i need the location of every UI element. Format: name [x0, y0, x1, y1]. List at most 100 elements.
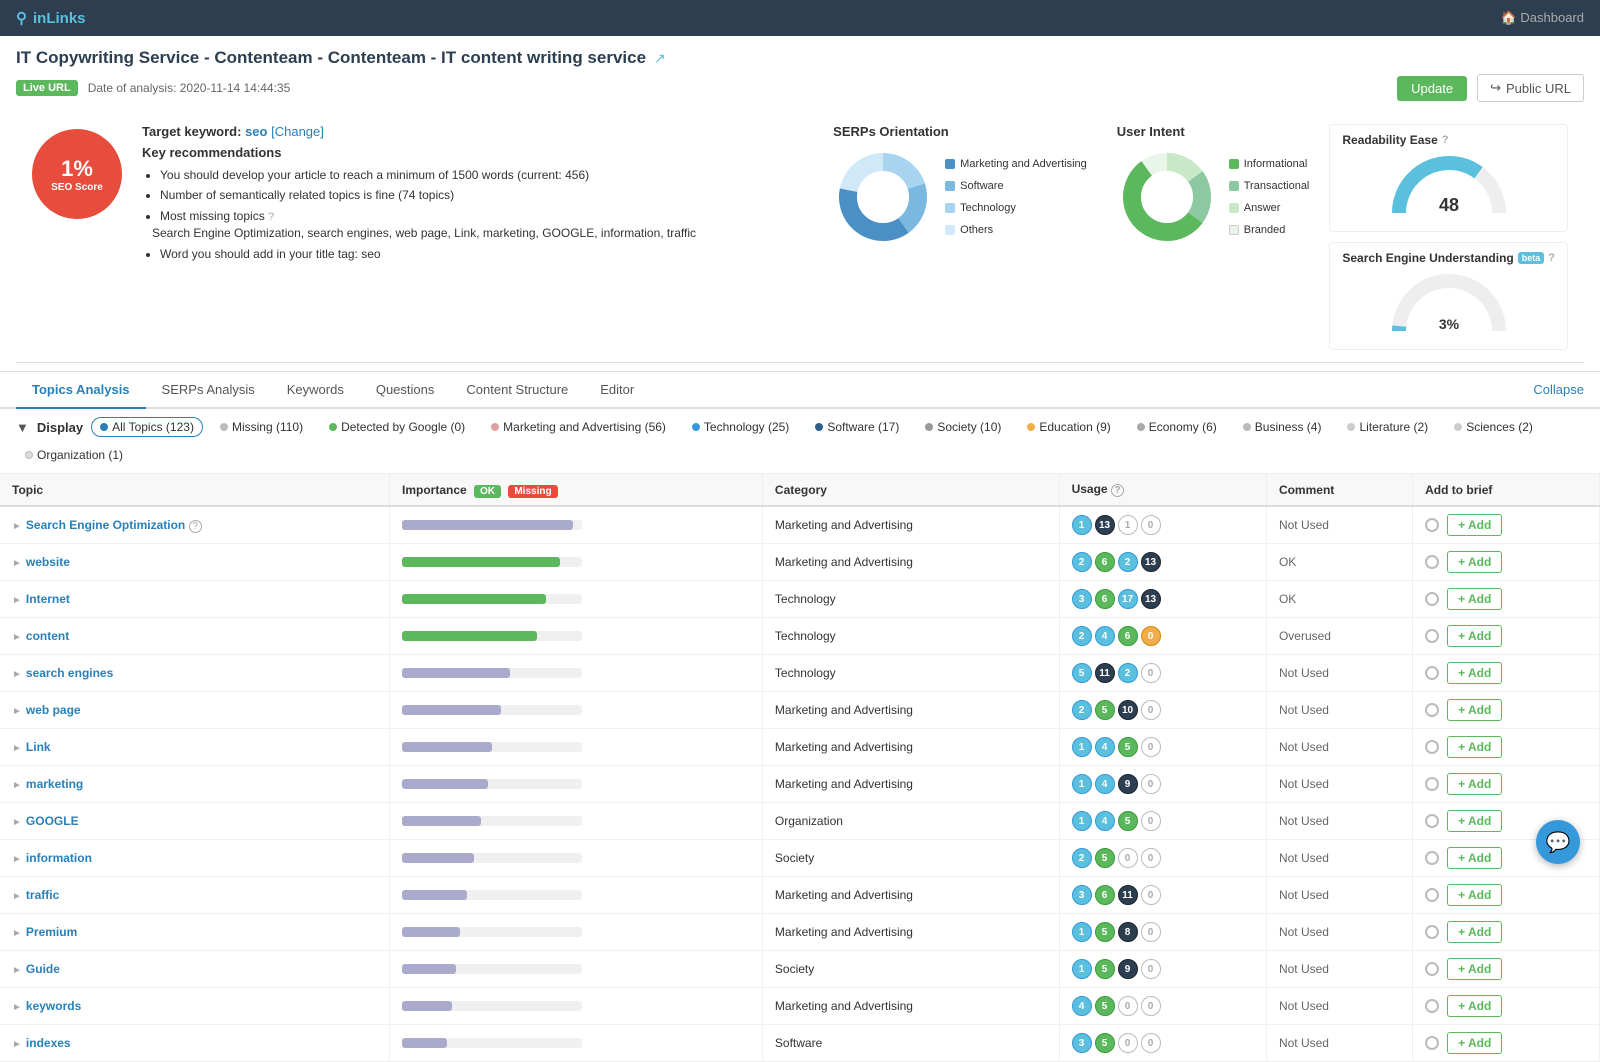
add-button[interactable]: + Add — [1447, 662, 1502, 684]
filter-chip-sciences[interactable]: Sciences (2) — [1445, 417, 1542, 437]
topic-link[interactable]: marketing — [26, 777, 83, 791]
tab-content-structure[interactable]: Content Structure — [450, 372, 584, 409]
add-button[interactable]: + Add — [1447, 847, 1502, 869]
expand-arrow[interactable]: ► — [12, 595, 22, 606]
radio-button[interactable] — [1425, 592, 1439, 606]
add-button[interactable]: + Add — [1447, 995, 1502, 1017]
tab-topics-analysis[interactable]: Topics Analysis — [16, 372, 146, 409]
expand-arrow[interactable]: ► — [12, 632, 22, 643]
usage-icon: 1 — [1072, 922, 1092, 942]
radio-button[interactable] — [1425, 1036, 1439, 1050]
filter-chip-technology[interactable]: Technology (25) — [683, 417, 798, 437]
add-button[interactable]: + Add — [1447, 588, 1502, 610]
expand-arrow[interactable]: ► — [12, 1002, 22, 1013]
radio-button[interactable] — [1425, 925, 1439, 939]
add-button[interactable]: + Add — [1447, 958, 1502, 980]
update-button[interactable]: Update — [1397, 76, 1467, 101]
filter-chip-society[interactable]: Society (10) — [916, 417, 1010, 437]
filter-chip-detected-google[interactable]: Detected by Google (0) — [320, 417, 474, 437]
topic-cell: ► GOOGLE — [0, 803, 389, 840]
radio-button[interactable] — [1425, 555, 1439, 569]
tab-serps-analysis[interactable]: SERPs Analysis — [146, 372, 271, 409]
radio-button[interactable] — [1425, 777, 1439, 791]
add-button[interactable]: + Add — [1447, 1032, 1502, 1054]
external-link-icon[interactable]: ↗ — [654, 50, 666, 67]
radio-button[interactable] — [1425, 518, 1439, 532]
topic-link[interactable]: Link — [26, 740, 51, 754]
topic-link[interactable]: content — [26, 629, 69, 643]
add-button[interactable]: + Add — [1447, 921, 1502, 943]
topic-link[interactable]: Guide — [26, 962, 60, 976]
tab-editor[interactable]: Editor — [584, 372, 650, 409]
filter-chip-all-topics[interactable]: All Topics (123) — [91, 417, 203, 437]
radio-button[interactable] — [1425, 666, 1439, 680]
radio-button[interactable] — [1425, 740, 1439, 754]
topic-link[interactable]: Premium — [26, 925, 77, 939]
expand-arrow[interactable]: ► — [12, 706, 22, 717]
add-button[interactable]: + Add — [1447, 551, 1502, 573]
category-cell: Marketing and Advertising — [762, 766, 1059, 803]
add-button[interactable]: + Add — [1447, 514, 1502, 536]
add-button[interactable]: + Add — [1447, 699, 1502, 721]
expand-arrow[interactable]: ► — [12, 521, 22, 532]
usage-icon: 5 — [1095, 959, 1115, 979]
expand-arrow[interactable]: ► — [12, 965, 22, 976]
radio-button[interactable] — [1425, 703, 1439, 717]
filter-chip-economy[interactable]: Economy (6) — [1128, 417, 1226, 437]
expand-arrow[interactable]: ► — [12, 1039, 22, 1050]
expand-arrow[interactable]: ► — [12, 780, 22, 791]
category-cell: Technology — [762, 581, 1059, 618]
radio-button[interactable] — [1425, 629, 1439, 643]
topic-link[interactable]: information — [26, 851, 92, 865]
public-url-button[interactable]: ↪ Public URL — [1477, 74, 1584, 102]
filter-chip-organization[interactable]: Organization (1) — [16, 445, 132, 465]
usage-help-icon[interactable]: ? — [1111, 484, 1124, 497]
topic-link[interactable]: indexes — [26, 1036, 71, 1050]
expand-arrow[interactable]: ► — [12, 891, 22, 902]
radio-button[interactable] — [1425, 888, 1439, 902]
search-understanding-help-icon[interactable]: ? — [1548, 252, 1555, 264]
filter-chip-education[interactable]: Education (9) — [1018, 417, 1119, 437]
tab-keywords[interactable]: Keywords — [271, 372, 360, 409]
dashboard-link[interactable]: 🏠 Dashboard — [1501, 10, 1584, 26]
filter-chip-marketing[interactable]: Marketing and Advertising (56) — [482, 417, 675, 437]
expand-arrow[interactable]: ► — [12, 854, 22, 865]
radio-button[interactable] — [1425, 999, 1439, 1013]
topic-link[interactable]: keywords — [26, 999, 81, 1013]
radio-button[interactable] — [1425, 814, 1439, 828]
filter-chip-literature[interactable]: Literature (2) — [1338, 417, 1437, 437]
chat-button[interactable]: 💬 — [1536, 820, 1580, 864]
tab-questions[interactable]: Questions — [360, 372, 451, 409]
add-button[interactable]: + Add — [1447, 625, 1502, 647]
expand-arrow[interactable]: ► — [12, 558, 22, 569]
change-link[interactable]: [Change] — [271, 124, 324, 139]
topic-link[interactable]: Internet — [26, 592, 70, 606]
usage-cell: 36110 — [1059, 877, 1266, 914]
add-button[interactable]: + Add — [1447, 810, 1502, 832]
filter-chip-business[interactable]: Business (4) — [1234, 417, 1331, 437]
expand-arrow[interactable]: ► — [12, 743, 22, 754]
topic-link[interactable]: GOOGLE — [26, 814, 79, 828]
topic-link[interactable]: website — [26, 555, 70, 569]
add-button[interactable]: + Add — [1447, 736, 1502, 758]
expand-arrow[interactable]: ► — [12, 669, 22, 680]
radio-button[interactable] — [1425, 962, 1439, 976]
topic-link[interactable]: traffic — [26, 888, 59, 902]
topic-link[interactable]: Search Engine Optimization — [26, 518, 185, 532]
add-button[interactable]: + Add — [1447, 884, 1502, 906]
svg-text:48: 48 — [1439, 195, 1459, 215]
expand-arrow[interactable]: ► — [12, 817, 22, 828]
filter-chip-missing[interactable]: Missing (110) — [211, 417, 312, 437]
filter-chip-software[interactable]: Software (17) — [806, 417, 908, 437]
importance-bar — [402, 779, 488, 789]
topic-info-icon[interactable]: ? — [189, 520, 202, 533]
legend-item: Software — [945, 175, 1087, 197]
expand-arrow[interactable]: ► — [12, 928, 22, 939]
add-button[interactable]: + Add — [1447, 773, 1502, 795]
topic-link[interactable]: search engines — [26, 666, 113, 680]
radio-button[interactable] — [1425, 851, 1439, 865]
readability-help-icon[interactable]: ? — [1442, 134, 1449, 146]
info-icon[interactable]: ? — [268, 211, 274, 223]
topic-link[interactable]: web page — [26, 703, 81, 717]
collapse-button[interactable]: Collapse — [1533, 382, 1584, 397]
